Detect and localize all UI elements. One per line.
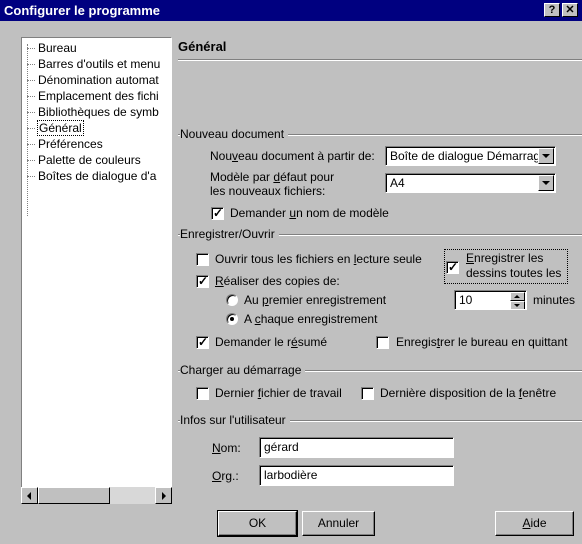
tree-item-label: Dénomination automat: [38, 73, 159, 87]
ask-model-name-label: Demander un nom de modèle: [230, 206, 389, 220]
page-title: Général: [178, 39, 227, 54]
tree-item-label: Bureau: [38, 41, 77, 55]
user-org-field[interactable]: larbodière: [259, 465, 454, 486]
tree-item-label: Emplacement des fichi: [38, 89, 159, 103]
last-layout-checkbox[interactable]: [361, 387, 374, 400]
first-save-label: Au premier enregistrement: [244, 293, 387, 307]
tree-item-label: Boîtes de dialogue d'a: [38, 169, 157, 183]
save-drawings-checkbox[interactable]: ✓: [446, 260, 459, 274]
ask-summary-label: Demander le résumé: [215, 335, 328, 349]
make-copies-checkbox[interactable]: ✓: [196, 274, 209, 288]
user-org-value: larbodière: [264, 468, 318, 482]
window-title: Configurer le programme: [4, 3, 161, 18]
new-doc-from-label: Nouveau document à partir de:: [210, 149, 375, 163]
tree-item-label: Préférences: [38, 137, 103, 151]
close-button[interactable]: ✕: [562, 3, 578, 17]
spin-up-icon[interactable]: [510, 292, 525, 301]
user-name-value: gérard: [264, 440, 299, 454]
new-doc-from-select[interactable]: Boîte de dialogue Démarrage: [385, 146, 556, 166]
save-interval-value: 10: [459, 293, 473, 307]
user-name-field[interactable]: gérard: [259, 437, 454, 458]
configure-dialog: Configurer le programme ? ✕ Bureau Barre…: [0, 0, 582, 544]
tree-item-label: Barres d'outils et menu: [38, 57, 161, 71]
help-button[interactable]: Aide: [495, 511, 574, 536]
save-interval-stepper[interactable]: 10: [454, 290, 527, 310]
tree-connector-line: [27, 44, 28, 216]
scroll-left-icon[interactable]: [21, 487, 38, 504]
ask-summary-checkbox[interactable]: ✓: [196, 335, 209, 349]
cancel-button[interactable]: Annuler: [302, 511, 375, 536]
each-save-label: A chaque enregistrement: [244, 312, 378, 326]
each-save-radio[interactable]: [226, 313, 238, 325]
scroll-thumb[interactable]: [38, 487, 110, 504]
save-drawings-label: Enregistrer les dessins toutes les: [466, 251, 562, 280]
last-layout-label: Dernière disposition de la fenêtre: [380, 386, 557, 400]
save-interval-unit: minutes: [533, 293, 576, 307]
group-label-startup: Charger au démarrage: [180, 363, 306, 377]
save-desktop-label: Enregistrer le bureau en quittant: [396, 335, 568, 349]
user-name-label: Nom:: [212, 441, 241, 455]
tree-item-label: Général: [37, 120, 84, 136]
title-bar[interactable]: Configurer le programme ? ✕: [0, 0, 582, 21]
first-save-radio[interactable]: [226, 294, 238, 306]
header-divider: [178, 59, 582, 61]
group-label-user-info: Infos sur l'utilisateur: [180, 413, 290, 427]
tree-item-label: Bibliothèques de symb: [38, 105, 159, 119]
open-readonly-checkbox[interactable]: [196, 253, 209, 266]
open-readonly-label: Ouvrir tous les fichiers en lecture seul…: [215, 252, 422, 266]
default-model-label: Modèle par défaut pour les nouveaux fich…: [210, 170, 335, 198]
ask-model-name-checkbox[interactable]: ✓: [211, 206, 224, 220]
spin-down-icon[interactable]: [510, 301, 525, 309]
chevron-down-icon[interactable]: [538, 148, 554, 164]
last-file-label: Dernier fichier de travail: [215, 386, 342, 400]
make-copies-label: Réaliser des copies de:: [215, 274, 340, 288]
user-org-label: Org.:: [212, 469, 239, 483]
group-label-save-open: Enregistrer/Ouvrir: [180, 227, 279, 241]
ok-button[interactable]: OK: [217, 510, 298, 537]
help-title-button[interactable]: ?: [544, 3, 560, 17]
page-header: Général: [178, 37, 582, 57]
category-tree[interactable]: Bureau Barres d'outils et menu Dénominat…: [21, 37, 172, 504]
tree-horizontal-scrollbar[interactable]: [21, 487, 172, 504]
scroll-right-icon[interactable]: [155, 487, 172, 504]
save-desktop-checkbox[interactable]: [376, 336, 389, 349]
tree-item-label: Palette de couleurs: [38, 153, 141, 167]
last-file-checkbox[interactable]: [196, 387, 209, 400]
default-model-select[interactable]: A4: [385, 173, 556, 193]
chevron-down-icon[interactable]: [538, 175, 554, 191]
default-model-value: A4: [390, 176, 405, 190]
new-doc-from-value: Boîte de dialogue Démarrage: [390, 149, 547, 163]
group-label-new-document: Nouveau document: [180, 127, 289, 141]
